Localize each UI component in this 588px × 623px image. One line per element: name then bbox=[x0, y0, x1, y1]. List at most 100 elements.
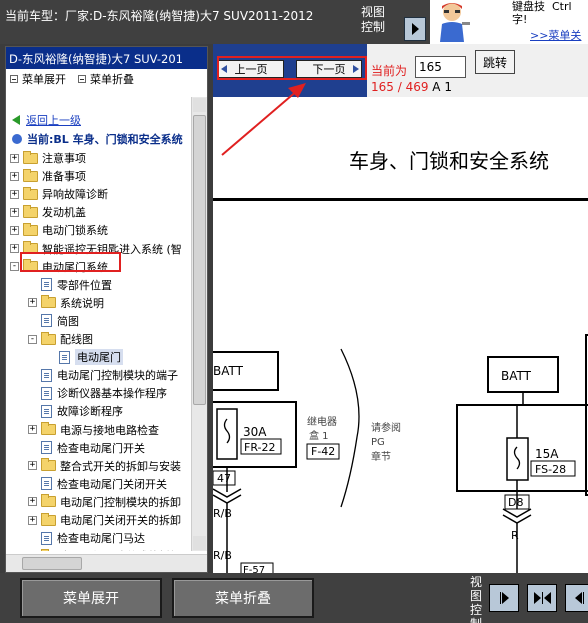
left-tree-panel: D-东风裕隆(纳智捷)大7 SUV-201 菜单展开 菜单折叠 返回上一级 当前… bbox=[5, 46, 208, 573]
ad-menu-link[interactable]: >>菜单关 bbox=[530, 27, 581, 43]
ad-banner[interactable]: 键盘技 Ctrl 字! >>菜单关 bbox=[430, 0, 588, 44]
tree-item[interactable]: 简图 bbox=[28, 312, 79, 330]
tree-item[interactable]: - 配线图 bbox=[28, 330, 93, 348]
tree-item[interactable]: + 异响故障诊断 bbox=[10, 185, 108, 203]
tree-item[interactable]: 检查电动尾门关闭开关 bbox=[28, 475, 167, 493]
ad-text: 键盘技 Ctrl 字! bbox=[512, 0, 572, 26]
ref-line-2: PG bbox=[371, 437, 385, 448]
conn-left-bottom-text: F-57 bbox=[243, 565, 265, 573]
collapse-all-button[interactable]: 菜单折叠 bbox=[172, 578, 314, 618]
tree-collapse-all-label: 菜单折叠 bbox=[90, 73, 134, 86]
folder-icon bbox=[23, 204, 38, 218]
expand-node-icon[interactable]: + bbox=[28, 425, 37, 434]
scroll-down-icon[interactable] bbox=[193, 536, 206, 550]
view-fit-button[interactable] bbox=[527, 584, 557, 612]
tree-item[interactable]: 检查电动尾门开关 bbox=[28, 439, 145, 457]
expand-node-icon[interactable]: + bbox=[10, 244, 19, 253]
folder-icon bbox=[41, 295, 56, 309]
page-total: 469 bbox=[405, 80, 429, 94]
view-next-button[interactable] bbox=[404, 17, 426, 41]
tree-item-label: 配线图 bbox=[60, 333, 93, 346]
relay-box-id: F-42 bbox=[311, 445, 335, 458]
tree-item[interactable]: +电动尾门马达总成的拆卸 bbox=[28, 547, 181, 551]
tree-item[interactable]: 电动尾门 bbox=[46, 348, 123, 366]
tree-item[interactable]: 故障诊断程序 bbox=[28, 402, 123, 420]
tree-item[interactable]: 电动尾门控制模块的端子 bbox=[28, 366, 178, 384]
arrow-left-icon bbox=[543, 592, 551, 604]
fuse-right-amp: 15A bbox=[535, 447, 559, 461]
tree-item[interactable]: + 电动尾门控制模块的拆卸 bbox=[28, 493, 181, 511]
tree-item[interactable]: 零部件位置 bbox=[28, 276, 112, 294]
tree-item[interactable]: + 电动门锁系统 bbox=[10, 221, 108, 239]
page-info: 165 / 469 A 1 bbox=[371, 80, 452, 94]
tree-item-label: 零部件位置 bbox=[57, 278, 112, 292]
document-icon bbox=[41, 386, 52, 400]
tree-item-label: 电动门锁系统 bbox=[42, 224, 108, 238]
car-model-label: 当前车型：厂家:D-东风裕隆(纳智捷)大7 SUV2011-2012 bbox=[5, 9, 314, 23]
expand-node-icon[interactable]: + bbox=[28, 515, 37, 525]
document-viewer[interactable]: 车身、门锁和安全系统 BATT 30A FR-22 47 R/B R/B F-5… bbox=[213, 97, 588, 573]
app-window: 当前车型：厂家:D-东风裕隆(纳智捷)大7 SUV2011-2012 视图控制 … bbox=[0, 0, 588, 623]
tree-horizontal-scrollbar[interactable] bbox=[6, 554, 207, 572]
ad-line-2: 字! bbox=[512, 13, 528, 26]
expand-node-icon[interactable]: + bbox=[10, 189, 19, 199]
collapse-node-icon[interactable]: - bbox=[28, 334, 37, 344]
expand-node-icon[interactable]: + bbox=[10, 207, 19, 217]
tree-collapse-all[interactable]: 菜单折叠 bbox=[78, 71, 134, 87]
folder-icon bbox=[41, 422, 56, 435]
fuse-element-right bbox=[513, 446, 521, 470]
expand-all-icon bbox=[10, 75, 18, 83]
expand-node-icon[interactable]: + bbox=[28, 461, 37, 471]
batt-right-text: BATT bbox=[501, 369, 532, 383]
tree-item[interactable]: 检查电动尾门马达 bbox=[28, 529, 145, 547]
wire-left-label-2: R/B bbox=[213, 549, 232, 562]
tree-item[interactable]: 诊断仪器基本操作程序 bbox=[28, 384, 167, 402]
ad-line-1b: Ctrl bbox=[552, 0, 572, 13]
expand-all-button[interactable]: 菜单展开 bbox=[20, 578, 162, 618]
tree-item[interactable]: + 准备事项 bbox=[10, 167, 86, 185]
tree-item-label: 异响故障诊断 bbox=[42, 188, 108, 202]
document-icon bbox=[59, 350, 70, 364]
expand-node-icon[interactable]: + bbox=[10, 171, 19, 181]
tree-item[interactable]: + 系统说明 bbox=[28, 294, 104, 312]
expand-node-icon[interactable]: + bbox=[28, 497, 37, 507]
tree-item[interactable]: + 发动机盖 bbox=[10, 203, 86, 221]
tree-expand-all-label: 菜单展开 bbox=[22, 73, 66, 86]
bar-icon bbox=[500, 592, 501, 604]
fuse-box-right bbox=[456, 404, 588, 492]
jump-button[interactable]: 跳转 bbox=[475, 50, 515, 74]
page-number-input[interactable] bbox=[415, 56, 466, 78]
tree-vertical-scrollbar[interactable] bbox=[191, 97, 207, 551]
tree-item-label: 检查电动尾门马达 bbox=[57, 532, 145, 546]
scroll-thumb[interactable] bbox=[193, 115, 206, 405]
tree-item[interactable]: + 整合式开关的拆卸与安装 bbox=[28, 457, 181, 475]
play-right-icon bbox=[502, 592, 509, 604]
expand-node-icon[interactable]: + bbox=[28, 298, 37, 308]
batt-left-text: BATT bbox=[213, 364, 244, 378]
fuse-left-id: FR-22 bbox=[244, 441, 276, 454]
bottom-bar: 菜单展开 菜单折叠 视图控制 bbox=[0, 573, 588, 623]
fuse-right-id: FS-28 bbox=[535, 463, 566, 476]
menu-ops-bar: 菜单展开 菜单折叠 bbox=[6, 69, 207, 89]
h-scroll-thumb[interactable] bbox=[22, 557, 82, 570]
arrow-left-icon bbox=[575, 592, 582, 604]
tree-item-label: 电动尾门马达总成的拆卸 bbox=[60, 548, 181, 551]
collapse-node-icon[interactable]: - bbox=[10, 262, 19, 272]
wiring-diagram: BATT 30A FR-22 47 R/B R/B F-57 继电器 盒 1 F… bbox=[213, 334, 588, 573]
folder-icon bbox=[41, 512, 56, 526]
tree-item-label: 发动机盖 bbox=[42, 206, 86, 220]
tree-item[interactable]: + 电动尾门关闭开关的拆卸 bbox=[28, 511, 181, 529]
view-prev-button-bottom[interactable] bbox=[565, 584, 588, 612]
tree-item[interactable]: + 注意事项 bbox=[10, 149, 86, 167]
document-icon bbox=[41, 278, 52, 292]
expand-node-icon[interactable]: + bbox=[10, 225, 19, 235]
expand-node-icon[interactable]: + bbox=[10, 153, 19, 163]
tree-expand-all[interactable]: 菜单展开 bbox=[10, 71, 66, 87]
conn-right-text: D8 bbox=[508, 496, 523, 509]
view-next-button-bottom[interactable] bbox=[489, 584, 519, 612]
tree-item-label: 注意事项 bbox=[42, 152, 86, 165]
scroll-up-icon[interactable] bbox=[193, 98, 206, 112]
tree-item-label: 电动尾门控制模块的端子 bbox=[57, 369, 178, 383]
tree-item[interactable]: + 电源与接地电路检查 bbox=[28, 421, 159, 439]
current-page-label: 当前为 bbox=[371, 64, 408, 78]
